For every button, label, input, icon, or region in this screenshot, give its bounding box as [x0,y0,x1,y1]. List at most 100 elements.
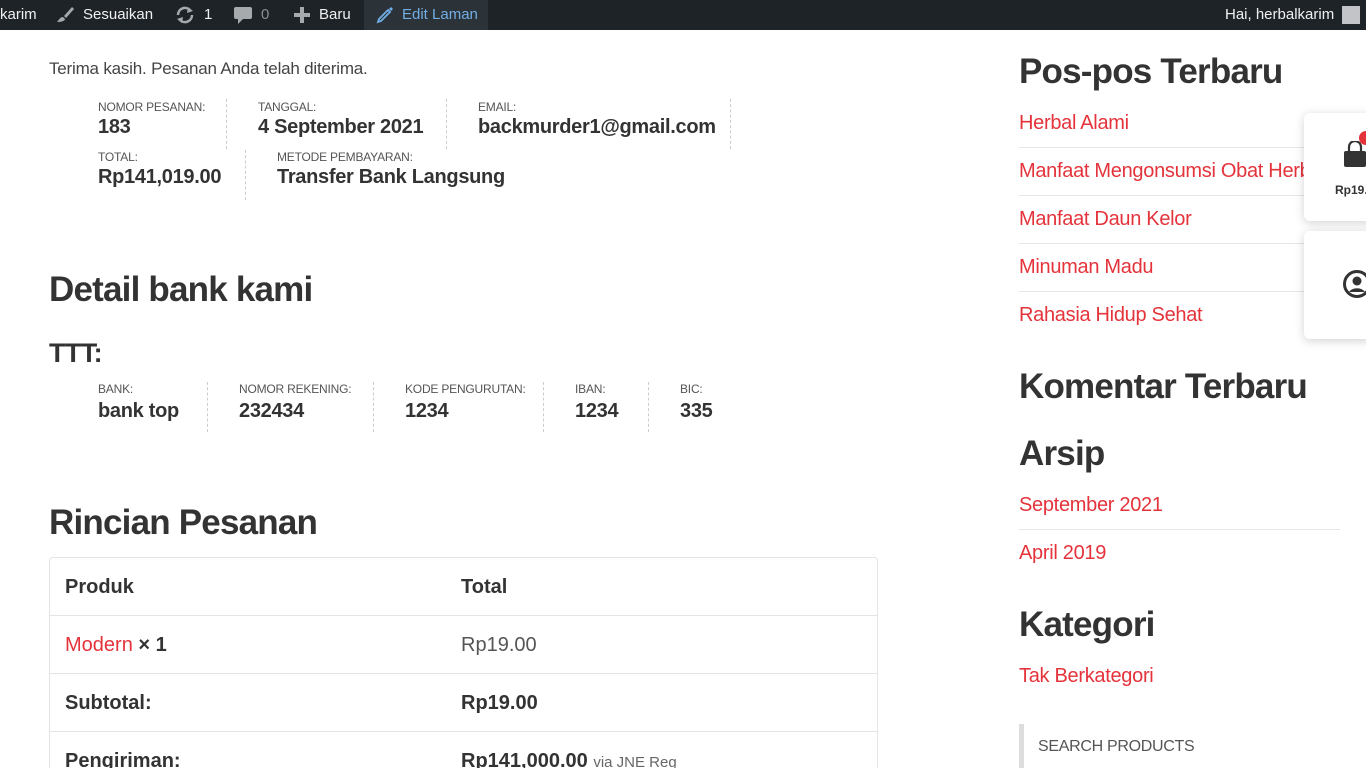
divider [226,99,227,149]
recent-post-link[interactable]: Manfaat Mengonsumsi Obat Herbal [1019,160,1340,183]
site-name-link[interactable]: karim [0,0,37,30]
greeting-label: Hai, herbalkarim [1225,6,1335,23]
comment-icon [233,5,253,25]
recent-post-link[interactable]: Rahasia Hidup Sehat [1019,304,1340,327]
table-row: Subtotal: Rp19.00 [50,674,877,732]
divider [1019,291,1340,292]
refresh-icon [174,5,196,25]
archive-link[interactable]: April 2019 [1019,542,1340,565]
divider [1019,529,1340,530]
divider [730,99,731,149]
table-header-row: Produk Total [50,558,877,616]
divider [245,150,246,200]
recent-comments-heading: Komentar Terbaru [1019,367,1308,406]
shipping-method: via JNE Reg [593,754,677,768]
admin-bar: karim Sesuaikan 1 0 Baru Edit Laman Hai,… [0,0,1366,30]
shipping-cell: Rp141,000.00 via JNE Reg [461,750,677,768]
bank-field: NOMOR REKENING: 232434 [239,382,352,423]
bank-field-value: 1234 [575,400,619,422]
order-email-value: backmurder1@gmail.com [478,116,716,138]
recent-post-link[interactable]: Manfaat Daun Kelor [1019,208,1340,231]
new-label: Baru [319,6,351,23]
payment-method: METODE PEMBAYARAN: Transfer Bank Langsun… [277,150,505,189]
bank-field-value: 1234 [405,400,449,422]
bank-field-label: BIC: [680,382,703,396]
floating-cart-button[interactable]: Rp19.00 [1304,113,1366,221]
avatar [1342,6,1361,24]
bank-field-value: bank top [98,400,179,422]
divider [543,382,544,432]
bank-field: KODE PENGURUTAN: 1234 [405,382,526,423]
payment-method-value: Transfer Bank Langsung [277,166,505,188]
cart-count-badge [1359,131,1366,145]
archive-link[interactable]: September 2021 [1019,494,1340,517]
divider [446,99,447,149]
plus-icon [293,6,311,24]
recent-post-link[interactable]: Minuman Madu [1019,256,1340,279]
updates-link[interactable]: 1 [174,0,212,30]
subtotal-value: Rp19.00 [461,692,538,714]
divider [1019,195,1340,196]
order-date: TANGGAL: 4 September 2021 [258,100,424,139]
order-number-label: NOMOR PESANAN: [98,100,206,114]
order-details-table: Produk Total Modern × 1 Rp19.00 Subtotal… [49,557,878,768]
site-name-label: karim [0,6,37,23]
order-date-value: 4 September 2021 [258,116,424,138]
recent-post-link[interactable]: Herbal Alami [1019,112,1340,135]
bank-field-label: BANK: [98,382,134,396]
search-products-widget: SEARCH PRODUCTS [1019,724,1349,768]
edit-page-link[interactable]: Edit Laman [364,0,488,30]
column-header-total: Total [461,576,508,598]
divider [373,382,374,432]
divider [648,382,649,432]
floating-account-button[interactable] [1304,231,1366,339]
column-header-product: Produk [65,576,134,598]
divider [207,382,208,432]
divider [1019,147,1340,148]
table-row: Modern × 1 Rp19.00 [50,616,877,674]
bank-field-value: 232434 [239,400,304,422]
comments-link[interactable]: 0 [233,0,269,30]
archives-heading: Arsip [1019,434,1105,473]
new-content-link[interactable]: Baru [293,0,351,30]
payment-method-label: METODE PEMBAYARAN: [277,150,413,164]
search-products-heading: SEARCH PRODUCTS [1038,738,1195,755]
cart-amount: Rp19.00 [1335,183,1366,197]
shipping-value: Rp141,000.00 [461,750,588,768]
pencil-icon [376,6,394,24]
user-circle-icon [1342,269,1366,304]
order-details-heading: Rincian Pesanan [49,503,318,542]
table-row: Pengiriman: Rp141,000.00 via JNE Reg [50,732,877,768]
shopping-bag-icon [1342,139,1366,174]
category-link[interactable]: Tak Berkategori [1019,665,1340,688]
product-total: Rp19.00 [461,634,537,656]
bank-details-heading: Detail bank kami [49,270,313,309]
product-quantity: × 1 [138,634,167,656]
divider [1019,243,1340,244]
bank-account-name: TTT: [49,338,103,368]
order-email: EMAIL: backmurder1@gmail.com [478,100,716,139]
customize-link[interactable]: Sesuaikan [55,0,153,30]
product-link[interactable]: Modern [65,634,133,656]
categories-heading: Kategori [1019,605,1155,644]
order-total: TOTAL: Rp141,019.00 [98,150,221,189]
bank-field: BANK: bank top [98,382,179,423]
bank-field: BIC: 335 [680,382,713,423]
order-number-value: 183 [98,116,131,138]
account-menu[interactable]: Hai, herbalkarim [1225,0,1361,30]
order-email-label: EMAIL: [478,100,517,114]
edit-page-label: Edit Laman [402,6,478,23]
bank-field-label: NOMOR REKENING: [239,382,352,396]
bank-field-value: 335 [680,400,713,422]
bank-field-label: KODE PENGURUTAN: [405,382,526,396]
bank-field-label: IBAN: [575,382,606,396]
order-date-label: TANGGAL: [258,100,317,114]
subtotal-label: Subtotal: [65,692,152,714]
order-total-label: TOTAL: [98,150,138,164]
updates-count: 1 [204,6,213,23]
thank-you-message: Terima kasih. Pesanan Anda telah diterim… [49,59,368,78]
product-cell: Modern × 1 [65,634,167,657]
paintbrush-icon [55,5,75,25]
shipping-label: Pengiriman: [65,750,181,768]
customize-label: Sesuaikan [83,6,154,23]
